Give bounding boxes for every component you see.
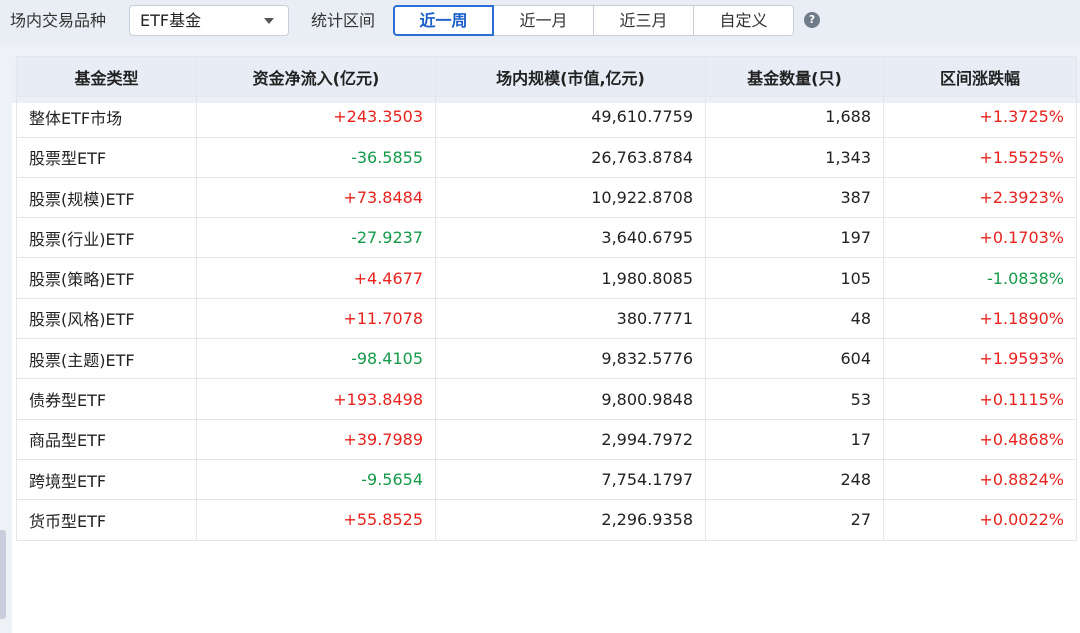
cell-net-inflow: +243.3503 bbox=[196, 96, 436, 138]
cell-market-size: 26,763.8784 bbox=[435, 136, 706, 178]
filter-bar: 场内交易品种 ETF基金 统计区间 近一周 近一月 近三月 自定义 ? bbox=[0, 0, 1080, 44]
type-select-value: ETF基金 bbox=[140, 11, 202, 30]
cell-fund-type: 整体ETF市场 bbox=[16, 96, 197, 138]
cell-market-size: 2,994.7972 bbox=[435, 418, 706, 460]
cell-fund-count: 48 bbox=[705, 297, 884, 340]
cell-fund-count: 604 bbox=[705, 338, 884, 380]
cell-market-size: 2,296.9358 bbox=[435, 499, 706, 541]
header-fund-count[interactable]: 基金数量(只) bbox=[705, 55, 884, 98]
cell-net-inflow: +39.7989 bbox=[196, 418, 436, 460]
cell-fund-count: 387 bbox=[705, 176, 884, 219]
table-row[interactable]: 整体ETF市场 +243.3503 49,610.7759 1,688 +1.3725% bbox=[16, 96, 1077, 138]
header-fund-type[interactable]: 基金类型 bbox=[16, 55, 197, 98]
period-label: 统计区间 bbox=[311, 11, 376, 30]
cell-fund-count: 17 bbox=[705, 418, 884, 460]
cell-net-inflow: +55.8525 bbox=[196, 499, 436, 541]
table-header-row: 基金类型 资金净流入(亿元) 场内规模(市值,亿元) 基金数量(只) 区间涨跌幅 bbox=[16, 55, 1077, 98]
cell-change: +1.9593% bbox=[883, 338, 1077, 380]
cell-fund-type: 股票(行业)ETF bbox=[16, 217, 197, 259]
cell-net-inflow: +193.8498 bbox=[196, 378, 436, 420]
cell-change: -1.0838% bbox=[883, 257, 1077, 299]
help-icon[interactable]: ? bbox=[804, 12, 820, 28]
period-tab-month[interactable]: 近一月 bbox=[493, 5, 594, 36]
cell-fund-type: 股票(策略)ETF bbox=[16, 257, 197, 299]
table-row[interactable]: 股票(风格)ETF +11.7078 380.7771 48 +1.1890% bbox=[16, 297, 1077, 340]
type-select[interactable]: ETF基金 bbox=[129, 5, 289, 36]
cell-fund-count: 27 bbox=[705, 499, 884, 541]
table-row[interactable]: 货币型ETF +55.8525 2,296.9358 27 +0.0022% bbox=[16, 499, 1077, 541]
cell-net-inflow: -9.5654 bbox=[196, 458, 436, 501]
period-tab-custom[interactable]: 自定义 bbox=[693, 5, 794, 36]
cell-change: +0.1115% bbox=[883, 378, 1077, 420]
cell-fund-count: 105 bbox=[705, 257, 884, 299]
cell-fund-type: 股票(风格)ETF bbox=[16, 297, 197, 340]
table-row[interactable]: 商品型ETF +39.7989 2,994.7972 17 +0.4868% bbox=[16, 418, 1077, 460]
cell-market-size: 49,610.7759 bbox=[435, 96, 706, 138]
cell-fund-type: 股票(规模)ETF bbox=[16, 176, 197, 219]
cell-change: +1.5525% bbox=[883, 136, 1077, 178]
period-segmented-control: 近一周 近一月 近三月 自定义 bbox=[393, 5, 794, 36]
cell-change: +0.8824% bbox=[883, 458, 1077, 501]
cell-fund-type: 货币型ETF bbox=[16, 499, 197, 541]
cell-change: +1.3725% bbox=[883, 96, 1077, 138]
table-row[interactable]: 股票型ETF -36.5855 26,763.8784 1,343 +1.5525% bbox=[16, 136, 1077, 178]
table-row[interactable]: 跨境型ETF -9.5654 7,754.1797 248 +0.8824% bbox=[16, 458, 1077, 501]
cell-net-inflow: +73.8484 bbox=[196, 176, 436, 219]
cell-net-inflow: +4.4677 bbox=[196, 257, 436, 299]
cell-change: +2.3923% bbox=[883, 176, 1077, 219]
table-row[interactable]: 股票(规模)ETF +73.8484 10,922.8708 387 +2.3923% bbox=[16, 176, 1077, 219]
cell-market-size: 3,640.6795 bbox=[435, 217, 706, 259]
cell-fund-type: 债券型ETF bbox=[16, 378, 197, 420]
cell-fund-type: 股票型ETF bbox=[16, 136, 197, 178]
cell-change: +1.1890% bbox=[883, 297, 1077, 340]
table-row[interactable]: 股票(策略)ETF +4.4677 1,980.8085 105 -1.0838% bbox=[16, 257, 1077, 299]
cell-fund-type: 跨境型ETF bbox=[16, 458, 197, 501]
header-change[interactable]: 区间涨跌幅 bbox=[883, 55, 1077, 98]
cell-fund-count: 1,688 bbox=[705, 96, 884, 138]
cell-fund-type: 商品型ETF bbox=[16, 418, 197, 460]
cell-fund-count: 53 bbox=[705, 378, 884, 420]
header-net-inflow[interactable]: 资金净流入(亿元) bbox=[196, 55, 436, 98]
side-handle[interactable] bbox=[0, 530, 6, 619]
cell-change: +0.0022% bbox=[883, 499, 1077, 541]
period-tab-quarter[interactable]: 近三月 bbox=[593, 5, 694, 36]
cell-fund-count: 197 bbox=[705, 217, 884, 259]
cell-fund-count: 1,343 bbox=[705, 136, 884, 178]
header-market-size[interactable]: 场内规模(市值,亿元) bbox=[435, 55, 706, 98]
cell-change: +0.4868% bbox=[883, 418, 1077, 460]
cell-market-size: 9,800.9848 bbox=[435, 378, 706, 420]
cell-market-size: 1,980.8085 bbox=[435, 257, 706, 299]
cell-net-inflow: +11.7078 bbox=[196, 297, 436, 340]
cell-net-inflow: -27.9237 bbox=[196, 217, 436, 259]
cell-net-inflow: -36.5855 bbox=[196, 136, 436, 178]
table-row[interactable]: 债券型ETF +193.8498 9,800.9848 53 +0.1115% bbox=[16, 378, 1077, 420]
cell-fund-count: 248 bbox=[705, 458, 884, 501]
table-row[interactable]: 股票(主题)ETF -98.4105 9,832.5776 604 +1.9593% bbox=[16, 338, 1077, 380]
cell-net-inflow: -98.4105 bbox=[196, 338, 436, 380]
table-row[interactable]: 股票(行业)ETF -27.9237 3,640.6795 197 +0.1703% bbox=[16, 217, 1077, 259]
chevron-down-icon bbox=[264, 18, 274, 24]
cell-change: +0.1703% bbox=[883, 217, 1077, 259]
cell-market-size: 380.7771 bbox=[435, 297, 706, 340]
cell-fund-type: 股票(主题)ETF bbox=[16, 338, 197, 380]
cell-market-size: 7,754.1797 bbox=[435, 458, 706, 501]
type-label: 场内交易品种 bbox=[10, 11, 107, 30]
cell-market-size: 10,922.8708 bbox=[435, 176, 706, 219]
period-tab-week[interactable]: 近一周 bbox=[393, 5, 494, 36]
etf-table: 基金类型 资金净流入(亿元) 场内规模(市值,亿元) 基金数量(只) 区间涨跌幅… bbox=[16, 55, 1077, 541]
cell-market-size: 9,832.5776 bbox=[435, 338, 706, 380]
